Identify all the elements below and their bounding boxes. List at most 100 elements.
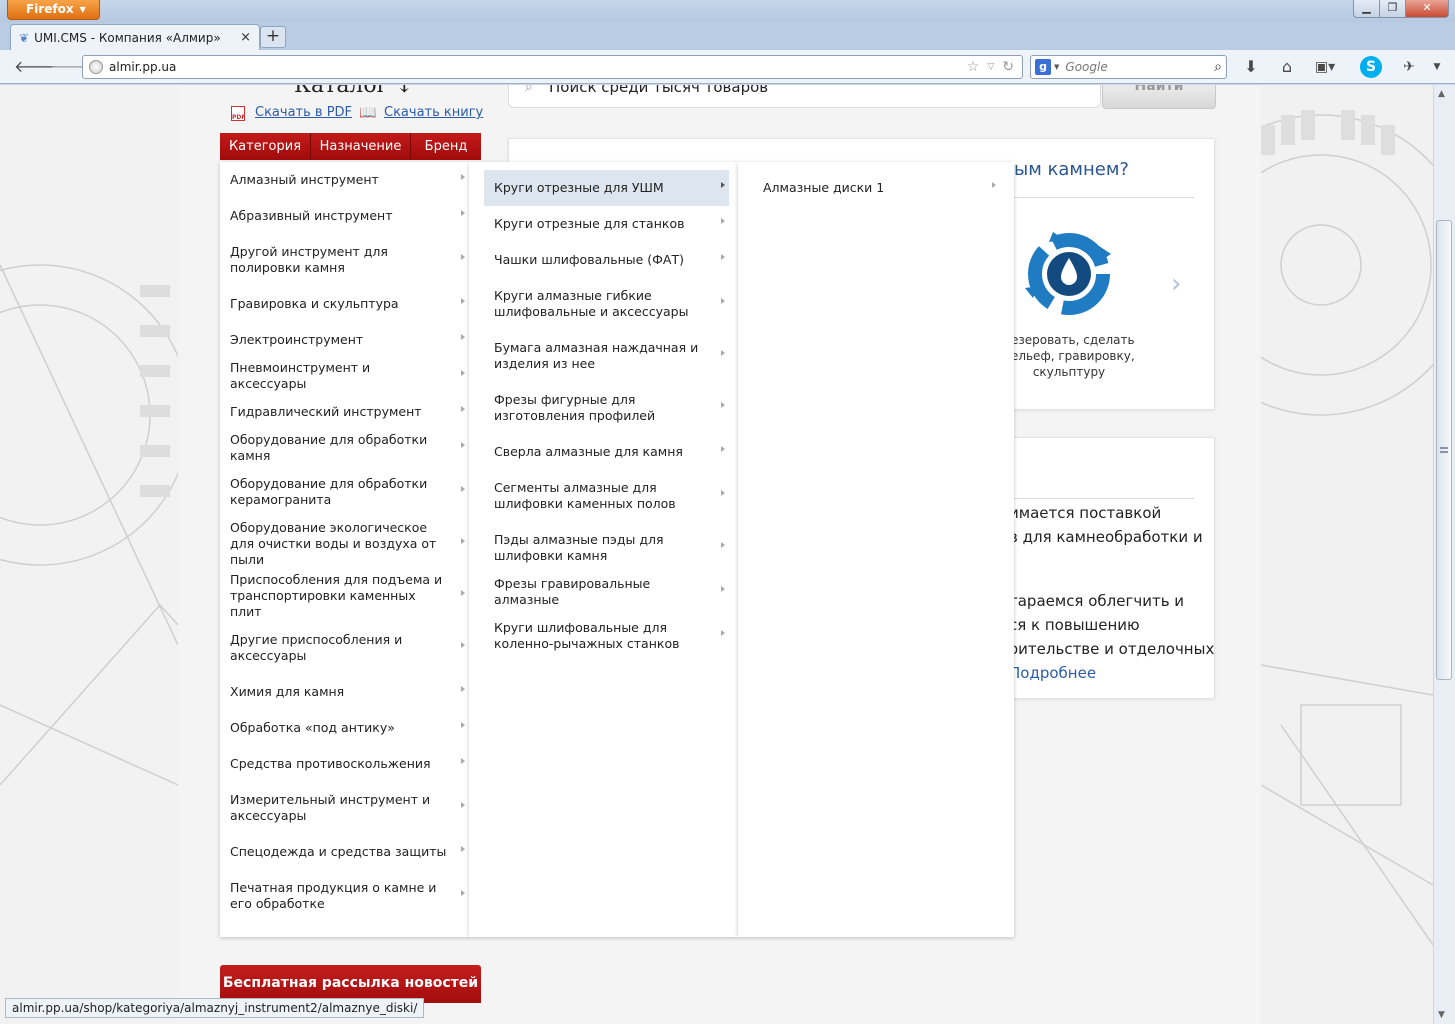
download-book-link[interactable]: Скачать книгу [384,105,483,120]
product-search-input[interactable]: ⌕ Поиск среди тысяч товаров [508,85,1101,108]
menu1-item-label: Измерительный инструмент и аксессуары [230,792,431,823]
grip-icon [1440,447,1448,453]
bookmark-star-icon[interactable]: ☆ [967,59,980,75]
menu1-item-label: Печатная продукция о камне и его обработ… [230,880,437,911]
category-menu-level-2: Круги отрезные для УШМ Круги отрезные дл… [469,162,738,937]
tab-purpose[interactable]: Назначение [311,133,411,160]
menu1-item[interactable]: Приспособления для подъема и транспортир… [220,570,469,622]
menu1-item[interactable]: Печатная продукция о камне и его обработ… [220,870,469,922]
engine-dropdown-icon[interactable]: ▼ [1054,63,1059,71]
menu1-item[interactable]: Электроинструмент [220,322,469,358]
url-bar[interactable]: almir.pp.ua ☆ ▽ ↻ [82,55,1023,79]
menu1-item[interactable]: Оборудование для обработки керамогранита [220,466,469,518]
menu2-item[interactable]: Фрезы фигурные для изготовления профилей [484,382,729,434]
menu2-item[interactable]: Бумага алмазная наждачная и изделия из н… [484,330,729,382]
menu1-item[interactable]: Другой инструмент для полировки камня [220,234,469,286]
firefox-menu-button[interactable]: Firefox ▼ [7,0,100,20]
close-window-button[interactable]: ✕ [1405,0,1449,18]
chevron-right-icon [992,182,996,188]
search-button[interactable]: Найти [1102,85,1216,109]
menu1-item[interactable]: Химия для камня [220,674,469,710]
menu1-item[interactable]: Измерительный инструмент и аксессуары [220,782,469,834]
chevron-right-icon [721,254,725,260]
menu1-item[interactable]: Оборудование для обработки камня [220,430,469,466]
downloads-icon[interactable]: ⬇ [1240,56,1262,78]
restore-button[interactable]: ❐ [1379,0,1406,18]
menu1-item[interactable]: Гравировка и скульптура [220,286,469,322]
scroll-up-arrow-icon[interactable]: ▲ [1438,89,1445,99]
bookmarks-menu-icon[interactable]: ▣▾ [1314,56,1336,78]
menu1-item[interactable]: Пневмоинструмент и аксессуары [220,358,469,394]
download-pdf-link[interactable]: Скачать в PDF [255,105,352,120]
google-engine-icon[interactable]: g [1035,59,1051,75]
minimize-button[interactable]: ▁ [1353,0,1380,18]
menu1-item[interactable]: Средства противоскольжения [220,746,469,782]
status-bar: almir.pp.ua/shop/kategoriya/almaznyj_ins… [5,998,425,1018]
catalog-title[interactable]: Каталог ↓ [294,85,414,98]
browser-tab[interactable]: ❦ UMI.CMS - Компания «Алмир» × [10,24,260,50]
chevron-right-icon[interactable]: › [1171,269,1181,299]
scrollbar-thumb[interactable] [1436,220,1452,680]
chevron-down-icon: ▼ [79,5,86,14]
search-bar[interactable]: g ▼ Google ⌕ [1030,55,1227,79]
menu2-item[interactable]: Круги отрезные для станков [484,206,729,242]
menu2-item[interactable]: Сегменты алмазные для шлифовки каменных … [484,470,729,522]
chevron-right-icon [721,298,725,304]
menu1-item[interactable]: Другие приспособления и аксессуары [220,622,469,674]
menu1-item-label: Электроинструмент [230,332,364,347]
menu1-item[interactable]: Спецодежда и средства защиты [220,834,469,870]
search-placeholder-text: Поиск среди тысяч товаров [549,85,769,96]
pdf-file-icon: PDF [231,106,245,121]
reload-icon[interactable]: ↻ [1002,59,1014,75]
menu2-item[interactable]: Пэды алмазные пэды для шлифовки камня [484,522,729,574]
menu2-item-label: Фрезы фигурные для изготовления профилей [494,392,656,423]
menu1-item-label: Спецодежда и средства защиты [230,844,447,859]
menu2-item-label: Сегменты алмазные для шлифовки каменных … [494,480,676,511]
menu2-item[interactable]: Сверла алмазные для камня [484,434,729,470]
chevron-right-icon [721,490,725,496]
tab-brand[interactable]: Бренд [411,133,481,160]
menu2-item-label: Круги шлифовальные для коленно-рычажных … [494,620,680,651]
search-icon[interactable]: ⌕ [1214,59,1222,75]
menu1-item-label: Алмазный инструмент [230,172,379,187]
background-right-panel [1170,85,1433,1024]
chevron-right-icon [461,406,465,412]
background-left-panel [0,85,191,1024]
chevron-right-icon [721,350,725,356]
menu1-item[interactable]: Обработка «под антику» [220,710,469,746]
menu3-item[interactable]: Алмазные диски 1 [753,170,1000,206]
menu2-item-label: Сверла алмазные для камня [494,444,683,459]
tab-category[interactable]: Категория [220,133,311,160]
menu1-item-label: Оборудование для обработки керамогранита [230,476,428,507]
addon-icon[interactable]: ✈ [1398,56,1420,78]
scroll-down-arrow-icon[interactable]: ▼ [1438,1010,1445,1020]
menu2-item[interactable]: Чашки шлифовальные (ФАТ) [484,242,729,278]
menu1-item[interactable]: Абразивный инструмент [220,198,469,234]
forward-arrow-icon[interactable]: 🡒 [50,56,93,78]
menu2-item-active[interactable]: Круги отрезные для УШМ [484,170,729,206]
about-text-line: имается поставкой [1009,504,1162,522]
chevron-right-icon [721,446,725,452]
home-icon[interactable]: ⌂ [1276,56,1298,78]
chevron-right-icon [721,402,725,408]
new-tab-button[interactable]: + [260,26,286,48]
chevron-right-icon [461,298,465,304]
overflow-menu-icon[interactable]: ▼ [1426,56,1448,78]
menu1-item[interactable]: Оборудование экологическое для очистки в… [220,518,469,570]
menu1-item[interactable]: Алмазный инструмент [220,162,469,198]
url-text: almir.pp.ua [109,60,177,74]
menu2-item[interactable]: Круги алмазные гибкие шлифовальные и акс… [484,278,729,330]
menu1-item[interactable]: Гидравлический инструмент [220,394,469,430]
back-arrow-icon[interactable]: 🡐 [14,56,57,78]
chevron-right-icon [461,890,465,896]
tab-bar: ❦ UMI.CMS - Компания «Алмир» × + [0,22,1455,50]
close-tab-icon[interactable]: × [240,30,251,45]
page-scrollbar[interactable]: ▲ ▼ [1433,85,1455,1024]
read-more-link[interactable]: Подробнее [1009,664,1096,682]
menu2-item[interactable]: Круги шлифовальные для коленно-рычажных … [484,610,729,662]
menu2-item[interactable]: Фрезы гравировальные алмазные [484,574,729,610]
book-icon: 📖 [359,105,377,121]
history-dropdown-icon[interactable]: ▽ [987,62,994,72]
menu1-item-label: Обработка «под антику» [230,720,395,735]
skype-icon[interactable]: S [1360,56,1382,78]
